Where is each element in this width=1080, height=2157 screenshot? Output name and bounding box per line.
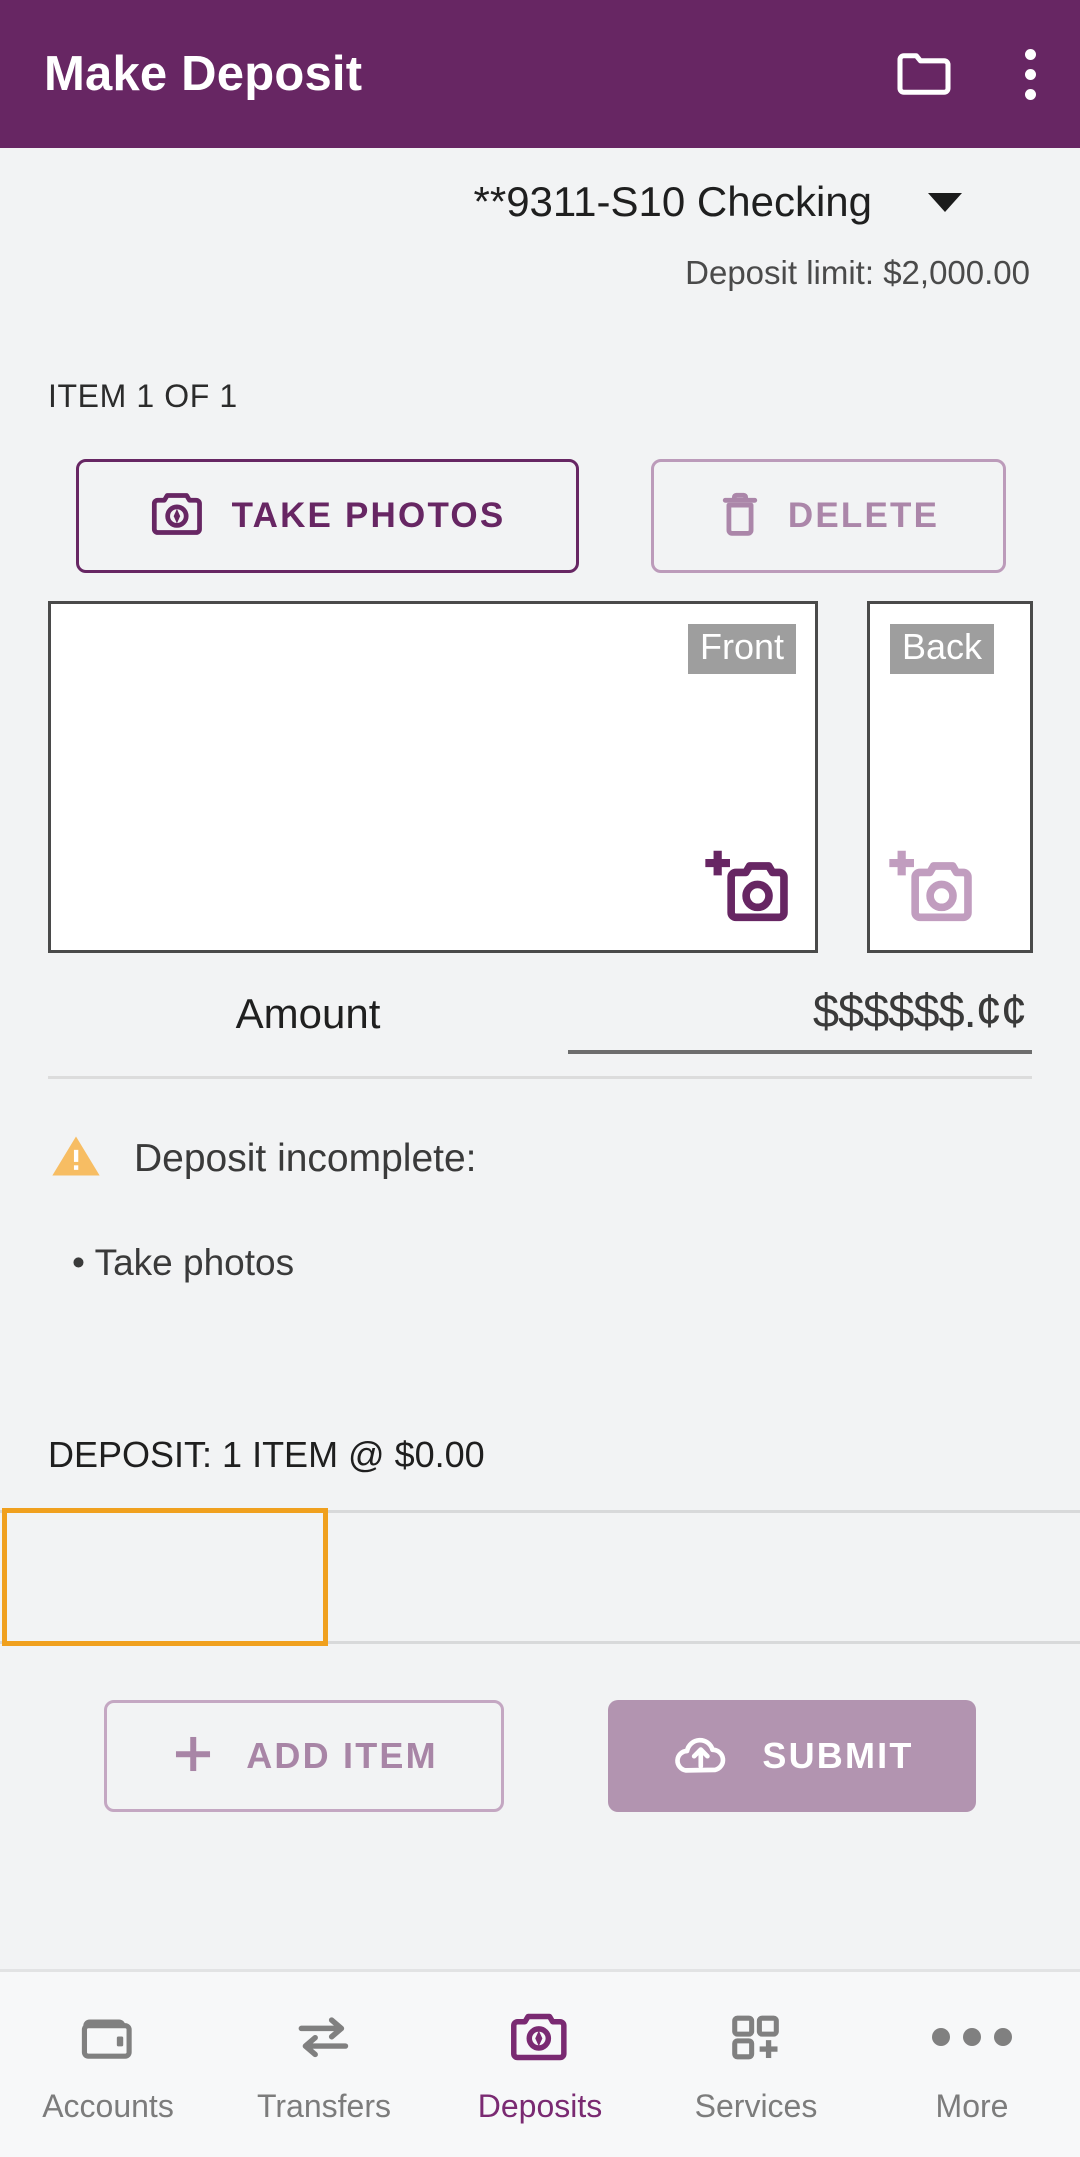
footer-action-buttons: ADD ITEM SUBMIT xyxy=(104,1700,1080,1812)
submit-label: SUBMIT xyxy=(762,1735,914,1776)
warning-triangle-icon xyxy=(48,1131,104,1186)
front-side-tag: Front xyxy=(687,624,796,675)
nav-item-transfers[interactable]: Transfers xyxy=(216,2004,432,2125)
amount-placeholder: $$$$$$.¢¢ xyxy=(812,984,1027,1037)
nav-label-accounts: Accounts xyxy=(42,2088,174,2124)
app-screen: Make Deposit **9311-S10 Checking Deposit… xyxy=(0,0,1080,2157)
deposit-list-strip xyxy=(0,1508,1080,1646)
app-bar-actions xyxy=(895,48,1036,100)
plus-icon xyxy=(170,1731,216,1782)
add-a-photo-icon-front[interactable] xyxy=(703,849,791,932)
camera-icon xyxy=(509,2004,571,2070)
nav-item-accounts[interactable]: Accounts xyxy=(0,2004,216,2125)
nav-item-deposits[interactable]: Deposits xyxy=(432,2004,648,2125)
amount-input[interactable]: $$$$$$.¢¢ xyxy=(568,983,1032,1054)
delete-button[interactable]: DELETE xyxy=(651,459,1006,573)
wallet-icon xyxy=(78,2004,138,2070)
add-a-photo-icon-back[interactable] xyxy=(887,849,975,932)
add-item-label: ADD ITEM xyxy=(246,1735,438,1776)
chevron-down-icon xyxy=(928,192,962,212)
accessibility-focus-highlight[interactable] xyxy=(2,1508,328,1646)
amount-divider xyxy=(48,1076,1032,1079)
warning-title: Deposit incomplete: xyxy=(134,1136,477,1180)
nav-label-deposits: Deposits xyxy=(477,2088,603,2124)
nav-item-more[interactable]: More xyxy=(864,2004,1080,2125)
nav-label-services: Services xyxy=(694,2088,818,2124)
more-dots-icon xyxy=(932,2004,1012,2070)
bottom-navigation: Accounts Transfers Deposits Services Mor… xyxy=(0,1969,1080,2157)
nav-label-more: More xyxy=(935,2088,1009,2124)
add-item-button[interactable]: ADD ITEM xyxy=(104,1700,504,1812)
flex-spacer xyxy=(0,1812,1080,1969)
amount-label: Amount xyxy=(235,990,381,1037)
cloud-upload-icon xyxy=(670,1729,732,1784)
grid-plus-icon xyxy=(727,2004,785,2070)
item-action-buttons: TAKE PHOTOS DELETE xyxy=(76,459,1080,573)
account-selector[interactable]: **9311-S10 Checking xyxy=(0,178,1080,226)
item-counter: ITEM 1 OF 1 xyxy=(48,378,238,414)
camera-icon xyxy=(150,490,206,543)
front-photo-box[interactable]: Front xyxy=(48,601,818,953)
transfer-arrows-icon xyxy=(293,2004,355,2070)
folder-icon[interactable] xyxy=(895,50,953,98)
overflow-dots xyxy=(1025,48,1036,100)
check-photo-boxes: Front Back xyxy=(48,601,1080,953)
submit-button[interactable]: SUBMIT xyxy=(608,1700,976,1812)
deposit-summary: DEPOSIT: 1 ITEM @ $0.00 xyxy=(48,1434,485,1475)
trash-icon xyxy=(718,489,762,544)
back-photo-box[interactable]: Back xyxy=(867,601,1033,953)
nav-label-transfers: Transfers xyxy=(257,2088,391,2124)
account-name: **9311-S10 Checking xyxy=(473,178,873,225)
warning-item: • Take photos xyxy=(72,1242,295,1283)
take-photos-label: TAKE PHOTOS xyxy=(231,496,506,535)
nav-item-services[interactable]: Services xyxy=(648,2004,864,2125)
back-side-tag: Back xyxy=(890,624,995,675)
take-photos-button[interactable]: TAKE PHOTOS xyxy=(76,459,579,573)
more-dots xyxy=(932,2028,1012,2046)
delete-label: DELETE xyxy=(787,496,940,535)
app-bar: Make Deposit xyxy=(0,0,1080,148)
deposit-incomplete-warning: Deposit incomplete: xyxy=(48,1131,1080,1186)
overflow-menu-icon[interactable] xyxy=(1025,48,1036,100)
amount-row: Amount $$$$$$.¢¢ xyxy=(48,983,1032,1060)
page-title: Make Deposit xyxy=(44,47,363,101)
deposit-limit-text: Deposit limit: $2,000.00 xyxy=(685,254,1030,291)
